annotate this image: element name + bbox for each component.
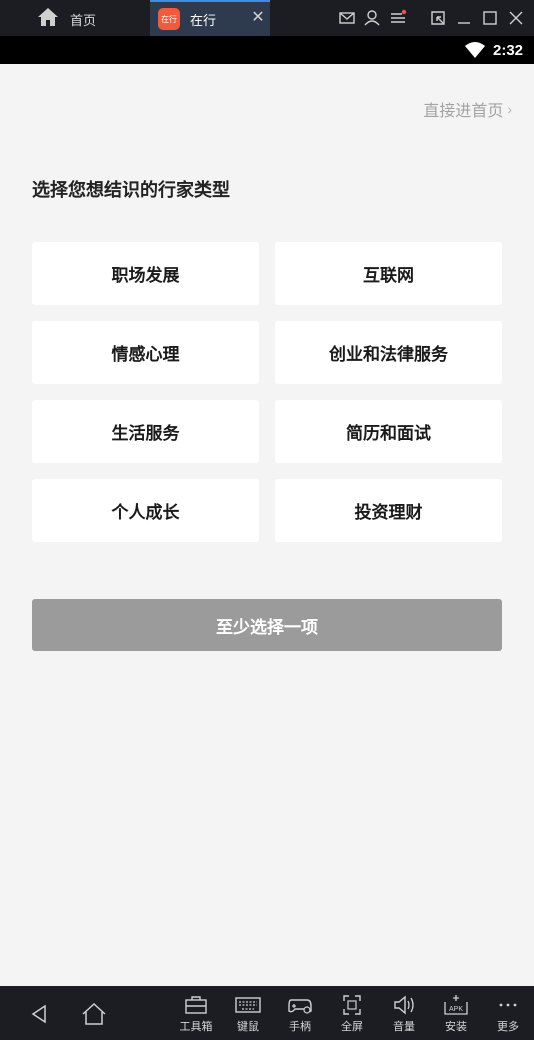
maximize-icon[interactable] xyxy=(480,8,500,28)
page-title: 选择您想结识的行家类型 xyxy=(32,180,230,200)
emulator-title-bar: 首页 在行 在行 ✕ xyxy=(0,0,534,36)
tab-home[interactable]: 首页 xyxy=(0,0,150,36)
skip-to-home-link[interactable]: 直接进首页 › xyxy=(423,97,512,121)
tab-app-label: 在行 xyxy=(190,13,217,28)
minimize-icon[interactable] xyxy=(454,8,474,28)
category-option[interactable]: 职场发展 xyxy=(32,242,259,305)
gamepad-button[interactable]: 手柄 xyxy=(278,994,322,1038)
home-nav-icon[interactable] xyxy=(80,1000,108,1028)
toolbox-label: 工具箱 xyxy=(179,1021,213,1033)
emulator-toolbar: 工具箱 键鼠 手柄 全屏 音量 APK 安装 更多 xyxy=(0,986,534,1040)
wifi-icon xyxy=(464,41,486,59)
fullscreen-label: 全屏 xyxy=(341,1021,363,1033)
keyboard-mouse-button[interactable]: 键鼠 xyxy=(226,994,270,1038)
category-option[interactable]: 创业和法律服务 xyxy=(275,321,502,384)
tab-home-label: 首页 xyxy=(70,13,97,28)
fullscreen-button[interactable]: 全屏 xyxy=(330,994,374,1038)
svg-text:APK: APK xyxy=(449,1006,463,1013)
keyboard-icon xyxy=(235,997,261,1013)
close-window-icon[interactable] xyxy=(506,8,526,28)
fullscreen-icon xyxy=(343,995,361,1015)
gamepad-icon xyxy=(288,999,312,1014)
more-label: 更多 xyxy=(497,1021,519,1033)
volume-button[interactable]: 音量 xyxy=(382,994,426,1038)
submit-button[interactable]: 至少选择一项 xyxy=(32,599,502,651)
volume-icon xyxy=(394,995,414,1015)
home-icon xyxy=(37,7,59,27)
screenshot-icon[interactable] xyxy=(428,8,448,28)
gamepad-label: 手柄 xyxy=(289,1021,311,1033)
install-apk-button[interactable]: APK 安装 xyxy=(434,994,478,1038)
category-option[interactable]: 投资理财 xyxy=(275,479,502,542)
more-icon xyxy=(499,1003,517,1007)
apk-install-icon: APK xyxy=(444,995,468,1015)
status-time: 2:32 xyxy=(493,42,524,59)
category-option[interactable]: 情感心理 xyxy=(32,321,259,384)
category-option[interactable]: 简历和面试 xyxy=(275,400,502,463)
category-option[interactable]: 生活服务 xyxy=(32,400,259,463)
toolbox-icon xyxy=(185,996,207,1014)
keyboard-mouse-label: 键鼠 xyxy=(237,1021,259,1033)
interest-selection-page: 直接进首页 › 选择您想结识的行家类型 职场发展 互联网 情感心理 创业和法律服… xyxy=(0,64,534,986)
tab-app[interactable]: 在行 在行 ✕ xyxy=(150,0,270,36)
close-tab-icon[interactable]: ✕ xyxy=(250,8,266,28)
mail-icon[interactable] xyxy=(337,8,357,28)
category-grid: 职场发展 互联网 情感心理 创业和法律服务 生活服务 简历和面试 个人成长 投资… xyxy=(32,242,502,542)
chevron-right-icon: › xyxy=(507,101,512,117)
user-icon[interactable] xyxy=(362,8,382,28)
volume-label: 音量 xyxy=(393,1021,415,1033)
menu-icon[interactable] xyxy=(388,8,408,28)
android-status-bar: 2:32 xyxy=(0,36,534,64)
back-icon[interactable] xyxy=(25,1000,53,1028)
skip-label: 直接进首页 xyxy=(423,103,504,120)
category-option[interactable]: 个人成长 xyxy=(32,479,259,542)
toolbox-button[interactable]: 工具箱 xyxy=(174,994,218,1038)
more-button[interactable]: 更多 xyxy=(486,994,530,1038)
category-option[interactable]: 互联网 xyxy=(275,242,502,305)
app-icon: 在行 xyxy=(158,8,180,30)
install-label: 安装 xyxy=(445,1021,467,1033)
